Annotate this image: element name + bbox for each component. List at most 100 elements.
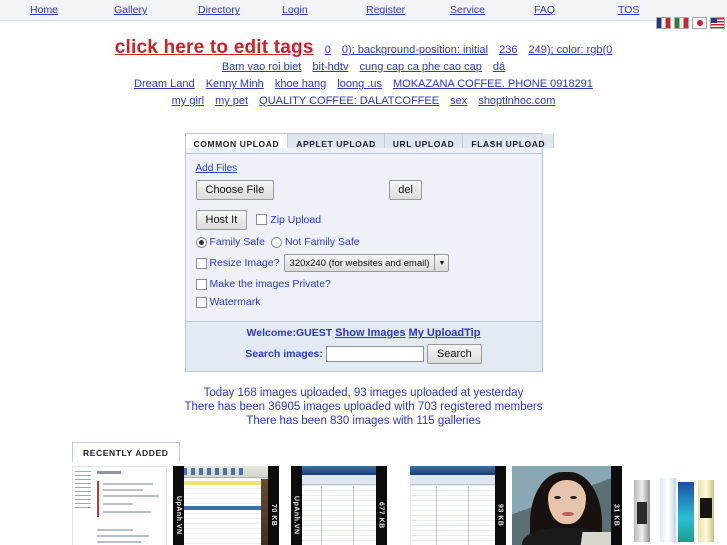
flag-usa-icon[interactable] [710,17,725,29]
private-images-row: Make the images Private? [195,278,532,290]
upload-panel: COMMON UPLOAD APPLET UPLOAD URL UPLOAD F… [184,133,555,372]
tag-link[interactable]: Kenny Minh [206,78,264,90]
flag-italy-icon[interactable] [674,17,689,29]
resize-size-selected-value: 320x240 (for websites and email) [289,257,430,269]
thumbnail-strip: bug.jpg(1196x648) UpAnh.VN 70 KB [72,466,727,545]
tag-link[interactable]: my girl [172,95,204,107]
not-family-safe-radio[interactable] [270,236,282,248]
nav-service[interactable]: Service [450,4,534,16]
private-images-label: Make the images Private? [209,278,331,290]
welcome-username: GUEST [295,327,333,339]
thumbnail-image[interactable]: 31 KB [511,466,622,545]
filesize-text: 31 KB [612,503,620,527]
thumbnail-image[interactable]: 20ml 30ml a PT 50ml [627,466,727,545]
tag-link[interactable]: my pet [215,95,248,107]
watermark-checkbox[interactable] [195,296,207,308]
nav-directory[interactable]: Directory [198,4,282,16]
tag-link[interactable]: sex [450,95,467,107]
tag-link[interactable]: MOKAZANA COFFEE. PHONE 0918291 [393,78,593,90]
thumbnail-item[interactable]: 31 KB [511,466,622,545]
thumbnail-item[interactable]: 93 KB [409,466,506,545]
resize-image-row: Resize Image? 320x240 (for websites and … [195,254,532,272]
recently-added-section: RECENTLY ADDED bug.jpg( [0,442,727,545]
welcome-bar: Welcome:GUEST Show Images My UploadTip S… [185,321,542,371]
thumbnail-image[interactable]: UpAnh.VN 677 KB [290,466,404,545]
tab-recently-added[interactable]: RECENTLY ADDED [72,442,180,462]
search-button[interactable]: Search [426,344,482,364]
edit-tags-link[interactable]: click here to edit tags [115,37,314,58]
thumbnail-image[interactable]: 93 KB [409,466,506,545]
family-safe-row: Family Safe Not Family Safe [195,236,532,248]
tag-cloud: click here to edit tags 0 0); background… [0,21,727,109]
tab-applet-upload[interactable]: APPLET UPLOAD [288,134,385,149]
tag-link[interactable]: QUALITY COFFEE: DALATCOFFEE [259,95,439,107]
chevron-down-icon[interactable]: ▼ [434,255,448,271]
tag-link[interactable]: 236 [499,44,517,56]
flag-france-icon[interactable] [656,17,671,29]
nav-tos[interactable]: TOS [618,4,702,16]
upload-tabs: COMMON UPLOAD APPLET UPLOAD URL UPLOAD F… [185,134,555,154]
add-files-link[interactable]: Add Files [196,163,238,174]
tab-url-upload[interactable]: URL UPLOAD [384,134,464,149]
nav-login[interactable]: Login [282,4,366,16]
tab-flash-upload[interactable]: FLASH UPLOAD [463,134,555,149]
zip-upload-checkbox-wrap[interactable]: Zip Upload [256,214,321,226]
tag-link[interactable]: 0 [325,44,331,56]
thumbnail-image[interactable] [72,466,167,545]
nav-faq[interactable]: FAQ [534,4,618,16]
resize-image-checkbox[interactable] [195,257,207,269]
resize-size-select[interactable]: 320x240 (for websites and email) ▼ [283,254,450,272]
thumbnail-image[interactable]: UpAnh.VN 70 KB [173,466,285,545]
top-navigation-bar: Home Gallery Directory Login Register Se… [0,0,727,29]
search-images-label: Search images: [245,348,323,360]
stats-line-today: Today 168 images uploaded, 93 images upl… [203,387,524,399]
family-safe-radio[interactable] [195,236,207,248]
nav-home[interactable]: Home [30,4,114,16]
welcome-prefix: Welcome: [246,327,296,339]
tag-link[interactable]: khoe hang [275,78,326,90]
host-it-button[interactable]: Host It [195,210,248,230]
private-images-checkbox[interactable] [195,278,207,290]
thumbnail-preview-products: 20ml 30ml a PT 50ml [627,466,720,545]
watermark-label-left: UpAnh.VN [173,466,184,545]
thumbnail-item[interactable]: UpAnh.VN 70 KB Untitled.jpg(1920x1080) [173,466,285,545]
tab-common-upload[interactable]: COMMON UPLOAD [185,134,289,149]
zip-upload-checkbox[interactable] [256,214,268,225]
search-row: Search images: Search [186,344,542,364]
tag-row-4: my girl my pet QUALITY COFFEE: DALATCOFF… [0,93,727,109]
thumbnail-item[interactable]: 20ml 30ml a PT 50ml nuoc hoa.png(527x181… [627,466,727,545]
tag-row-3: Dream Land Kenny Minh khoe hang loong .u… [0,76,727,92]
site-statistics: Today 168 images uploaded, 93 images upl… [0,386,727,428]
show-images-link[interactable]: Show Images [335,327,405,339]
resize-image-label: Resize Image? [209,257,280,269]
host-it-row: Host It Zip Upload [195,210,532,230]
flag-japan-icon[interactable] [692,17,707,29]
thumbnail-item[interactable]: bug.jpg(1196x648) [72,466,167,545]
tag-link[interactable]: shoptinhoc.com [478,95,555,107]
my-upload-tip-link[interactable]: My UploadTip [409,327,481,339]
not-family-safe-label: Not Family Safe [284,236,360,248]
thumbnail-preview-photo: 31 KB [511,466,622,545]
tag-link[interactable]: 249); color: rgb(0 [529,44,613,56]
delete-file-button[interactable]: del [389,180,422,200]
tag-row-2: Bam vao roi biet bit-hdtv cung cap ca ph… [0,59,727,75]
tag-link[interactable]: Dream Land [134,78,195,90]
tag-link[interactable]: 0); background-position: initial [342,44,488,56]
tag-link[interactable]: Bam vao roi biet [222,61,301,73]
watermark-text: 93 KB [496,503,504,527]
filesize-label-right: 70 KB [268,466,279,545]
tag-link[interactable]: bit-hdtv [312,61,348,73]
tag-row-1: click here to edit tags 0 0); background… [0,37,727,58]
family-safe-label: Family Safe [209,236,265,248]
filesize-text: 677 KB [377,501,385,529]
tag-link[interactable]: cung cap ca phe cao cap [360,61,482,73]
thumbnail-item[interactable]: UpAnh.VN 677 KB abc cba.JPG(1079x490) [290,466,404,545]
nav-register[interactable]: Register [366,4,450,16]
tag-link[interactable]: dá [493,61,505,73]
watermark-text: UpAnh.VN [175,495,182,535]
tag-link[interactable]: loong .us [337,78,382,90]
nav-gallery[interactable]: Gallery [114,4,198,16]
choose-file-button[interactable]: Choose File [195,180,275,200]
watermark-row: Watermark [195,296,532,308]
search-input[interactable] [325,346,424,362]
